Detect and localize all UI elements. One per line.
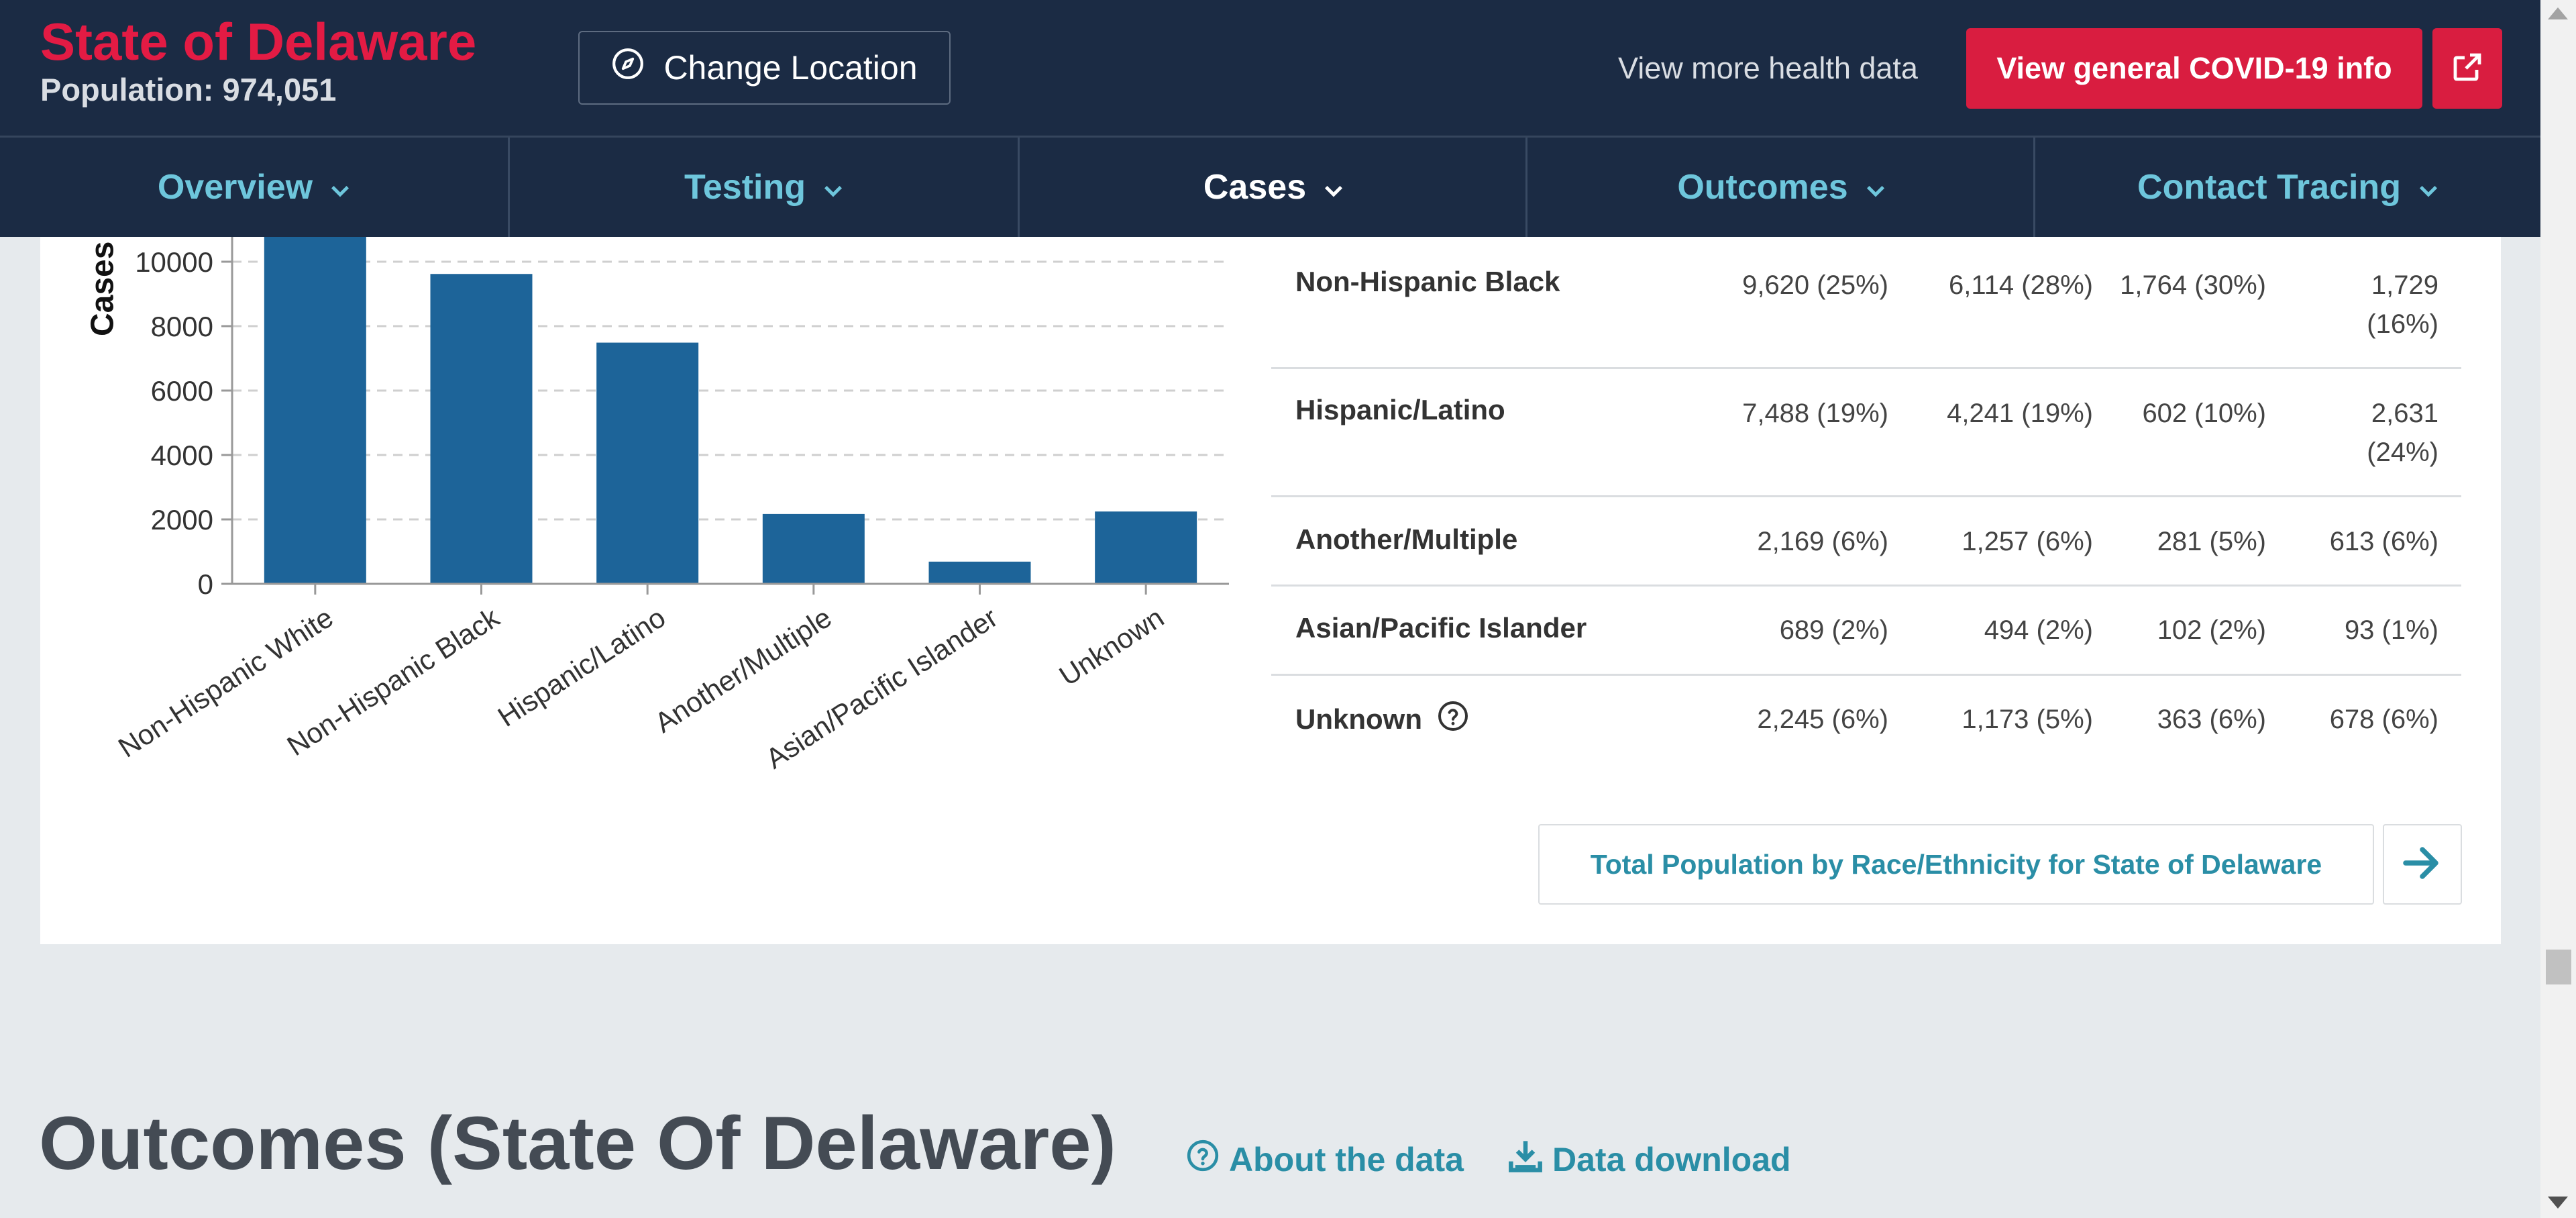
scroll-down-arrow-icon[interactable]	[2548, 1196, 2568, 1213]
table-cell: 2,245 (6%)	[1757, 705, 1888, 734]
population-text: Population: 974,051	[40, 72, 337, 107]
table-row-label-unknown: Unknown	[1295, 700, 1469, 739]
total-population-arrow-button[interactable]	[2383, 824, 2462, 905]
chevron-down-icon	[1324, 167, 1344, 207]
scroll-up-arrow-icon[interactable]	[2548, 7, 2568, 23]
chart-y-axis-label: Cases	[85, 241, 121, 336]
table-row-label: Asian/Pacific Islander	[1295, 612, 1587, 644]
cases-by-race-chart: 0200040006000800010000 Non-Hispanic Whit…	[113, 237, 1229, 774]
y-tick-label: 4000	[151, 440, 213, 471]
bar[interactable]	[1095, 511, 1197, 584]
table-cell: 1,729 (16%)	[2367, 270, 2438, 339]
table-cell: 363 (6%)	[2157, 705, 2266, 734]
row-divider	[1271, 674, 2461, 676]
bar[interactable]	[264, 237, 366, 584]
arrow-right-icon	[2402, 846, 2443, 883]
row-divider	[1271, 495, 2461, 497]
table-cell: 678 (6%)	[2329, 705, 2438, 734]
about-the-data-link[interactable]: About the data	[1186, 1135, 1464, 1184]
total-population-link[interactable]: Total Population by Race/Ethnicity for S…	[1538, 824, 2374, 905]
outcomes-section-title: Outcomes (State Of Delaware)	[39, 1101, 1116, 1185]
table-row-label: Another/Multiple	[1295, 523, 1518, 555]
data-download-label: Data download	[1552, 1141, 1791, 1178]
tab-testing[interactable]: Testing	[510, 138, 1018, 237]
table-cell: 9,620 (25%)	[1742, 270, 1888, 300]
row-label-text: Unknown	[1295, 703, 1422, 735]
table-cell: 613 (6%)	[2329, 527, 2438, 556]
bar[interactable]	[762, 513, 865, 584]
row-divider	[1271, 367, 2461, 369]
table-cell: 281 (5%)	[2157, 527, 2266, 556]
table-cell: 1,257 (6%)	[1962, 527, 2093, 556]
x-tick-label: Hispanic/Latino	[492, 601, 671, 733]
location-title: State of Delaware	[40, 12, 477, 71]
tab-label: Cases	[1203, 168, 1307, 207]
tab-contact-tracing[interactable]: Contact Tracing	[2035, 138, 2540, 237]
table-row-label: Non-Hispanic Black	[1295, 266, 1560, 297]
chevron-down-icon	[1866, 167, 1886, 207]
table-cell: 689 (2%)	[1779, 615, 1888, 645]
table-cell: 6,114 (28%)	[1949, 270, 2093, 300]
tab-overview[interactable]: Overview	[0, 138, 508, 237]
table-cell: 102 (2%)	[2157, 615, 2266, 645]
y-tick-label: 2000	[151, 504, 213, 536]
y-tick-label: 0	[198, 568, 213, 600]
download-icon	[1508, 1138, 1543, 1181]
page-scrollbar[interactable]	[2540, 0, 2576, 1218]
covid-info-button[interactable]: View general COVID-19 info	[1966, 28, 2422, 109]
bar[interactable]	[596, 342, 699, 584]
external-link-icon	[2451, 51, 2483, 87]
table-row-label: Hispanic/Latino	[1295, 394, 1505, 425]
table-cell: 93 (1%)	[2344, 615, 2438, 645]
change-location-label: Change Location	[663, 49, 918, 87]
bar[interactable]	[430, 274, 533, 584]
chevron-down-icon	[330, 167, 350, 207]
tab-cases[interactable]: Cases	[1020, 138, 1527, 237]
table-cell: 7,488 (19%)	[1742, 399, 1888, 428]
table-cell: 494 (2%)	[1984, 615, 2093, 645]
y-tick-label: 6000	[151, 375, 213, 407]
tab-label: Contact Tracing	[2137, 168, 2401, 207]
bar[interactable]	[928, 561, 1031, 584]
more-health-data-link[interactable]: View more health data	[1618, 51, 1918, 86]
tab-label: Outcomes	[1677, 168, 1848, 207]
table-cell: 1,764 (30%)	[2120, 270, 2266, 300]
about-the-data-label: About the data	[1229, 1141, 1464, 1178]
tab-label: Overview	[157, 168, 313, 207]
tab-outcomes[interactable]: Outcomes	[1527, 138, 2035, 237]
external-link-button[interactable]	[2432, 28, 2502, 109]
x-tick-label: Unknown	[1054, 601, 1169, 692]
table-cell: 2,169 (6%)	[1757, 527, 1888, 556]
table-cell: 4,241 (19%)	[1947, 399, 2093, 428]
row-divider	[1271, 585, 2461, 587]
help-icon	[1186, 1139, 1220, 1180]
compass-icon	[611, 47, 645, 89]
chevron-down-icon	[823, 167, 843, 207]
table-cell: 2,631 (24%)	[2367, 399, 2438, 467]
y-tick-label: 8000	[151, 311, 213, 342]
table-cell: 1,173 (5%)	[1962, 705, 2093, 734]
tab-label: Testing	[684, 168, 806, 207]
change-location-button[interactable]: Change Location	[578, 31, 951, 105]
table-cell: 602 (10%)	[2142, 399, 2266, 428]
scrollbar-thumb[interactable]	[2546, 950, 2571, 984]
data-download-link[interactable]: Data download	[1508, 1135, 1791, 1184]
chevron-down-icon	[2418, 167, 2438, 207]
help-icon[interactable]	[1437, 700, 1469, 739]
y-tick-label: 10000	[135, 246, 213, 278]
